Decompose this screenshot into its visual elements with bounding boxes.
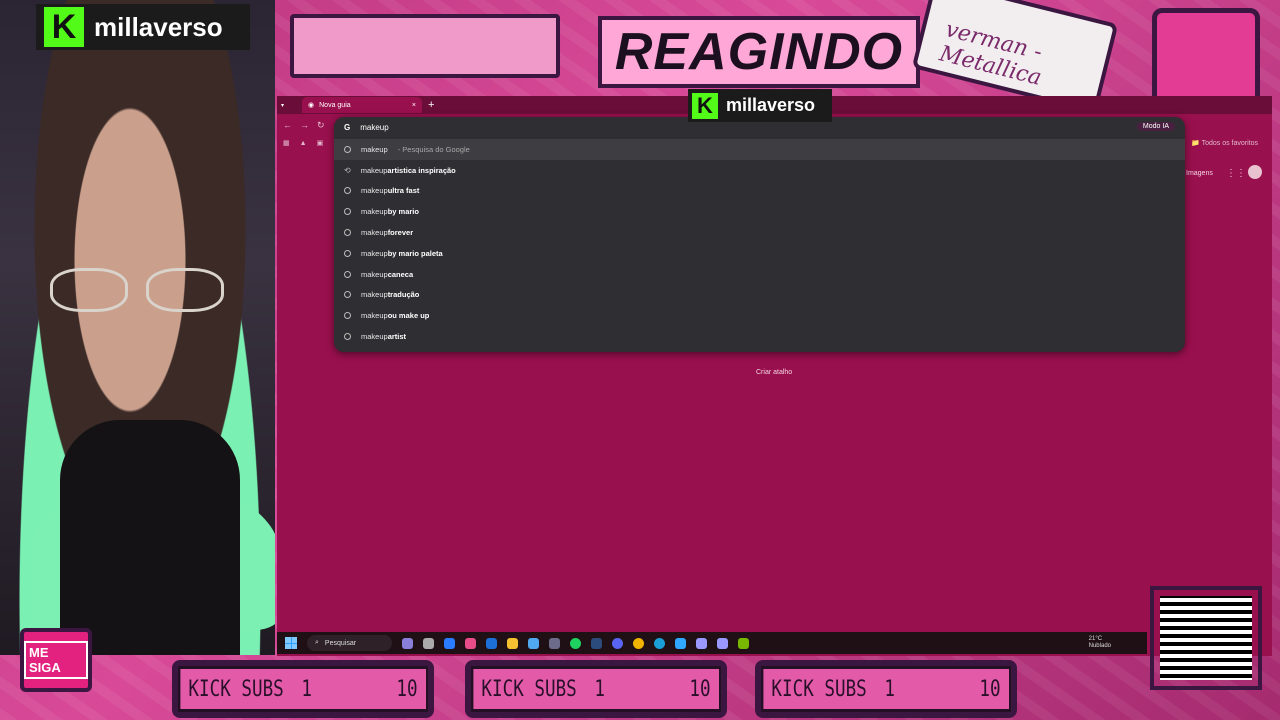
webcam-person (60, 420, 240, 655)
kick-goal-target: 10 (979, 676, 1001, 702)
taskbar-search[interactable]: ⌕ Pesquisar (307, 635, 392, 651)
suggestion-list: makeup - Pesquisa do Google ⟲ makeup arti… (334, 139, 1185, 347)
qr-code (1150, 586, 1262, 690)
kick-goal-current: 1 (301, 676, 312, 702)
file-explorer-icon[interactable] (507, 637, 518, 649)
suggestion-item[interactable]: makeup tradução (334, 285, 1185, 306)
search-icon (344, 145, 351, 153)
address-input[interactable]: makeup (360, 123, 388, 132)
outlook-icon[interactable] (486, 637, 497, 649)
kick-subs-goal: KICK SUBS 1 10 (172, 660, 434, 718)
reacting-title-panel: REAGINDO (598, 16, 920, 88)
forward-icon[interactable]: → (300, 120, 309, 130)
tab-new-tab[interactable]: ◉ Nova guia × (302, 97, 423, 113)
drive-icon[interactable]: ▲ (300, 140, 307, 147)
overlay-top-panel (290, 14, 560, 78)
chrome-icon: ◉ (308, 102, 315, 109)
glasses (50, 268, 230, 318)
widgets-icon[interactable] (402, 637, 413, 649)
suggestion-item[interactable]: makeup caneca (334, 264, 1185, 285)
follow-me-label: ME SIGA (24, 641, 88, 679)
search-icon (344, 208, 351, 216)
apps-icon[interactable]: ▦ (283, 139, 290, 147)
channel-name: millaverso (94, 11, 223, 42)
reacting-title: REAGINDO (614, 23, 904, 81)
google-icon: G (344, 122, 351, 132)
search-icon (344, 229, 351, 237)
after-effects-icon[interactable] (696, 637, 707, 649)
steam-icon[interactable] (591, 637, 602, 649)
app-icon[interactable] (549, 637, 560, 649)
create-shortcut[interactable]: Criar atalho (756, 369, 792, 376)
images-link[interactable]: Imagens (1186, 170, 1213, 177)
suggestion-item[interactable]: makeup ultra fast (334, 181, 1185, 202)
app-icon[interactable] (528, 637, 539, 649)
follow-me-badge: ME SIGA (20, 628, 92, 692)
close-tab-icon[interactable]: × (412, 102, 416, 109)
omnibox-dropdown: G makeup Modo IA makeup - Pesquisa do Go… (334, 117, 1185, 352)
weather-widget[interactable]: 21°C Nublado (1089, 636, 1111, 650)
suggestion-item[interactable]: makeup artist (334, 326, 1185, 347)
tv-decoration (1152, 8, 1260, 108)
kick-goal-current: 1 (884, 676, 895, 702)
copilot-icon[interactable] (444, 637, 455, 649)
suggestion-item[interactable]: makeup - Pesquisa do Google (334, 139, 1185, 160)
suggestion-item[interactable]: makeup forever (334, 222, 1185, 243)
profile-avatar[interactable] (1248, 165, 1262, 179)
edge-icon[interactable] (654, 637, 665, 649)
search-icon (344, 333, 351, 341)
weather-condition: Nublado (1088, 643, 1111, 649)
bookmark-icon[interactable]: ▣ (317, 139, 324, 147)
search-icon (344, 249, 351, 257)
temperature: 21°C (1088, 636, 1103, 642)
kick-logo-icon: K (44, 7, 84, 47)
task-view-icon[interactable] (423, 637, 434, 649)
kick-goal-label: KICK SUBS (771, 676, 867, 702)
new-tab-button[interactable]: + (428, 99, 434, 111)
suggestion-item[interactable]: makeup ou make up (334, 305, 1185, 326)
nvidia-icon[interactable] (738, 637, 749, 649)
kick-logo-icon: K (692, 92, 718, 119)
suggestion-item[interactable]: makeup by mario (334, 201, 1185, 222)
kick-goal-current: 1 (594, 676, 605, 702)
suggestion-item[interactable]: ⟲ makeup artistica inspiração (334, 160, 1185, 181)
chrome-icon[interactable] (633, 637, 644, 649)
channel-name-center: millaverso (726, 95, 816, 115)
kick-goal-target: 10 (396, 676, 418, 702)
search-icon (344, 312, 351, 320)
google-apps-icon[interactable]: ⋮⋮ (1226, 168, 1246, 179)
search-icon (344, 291, 351, 299)
discord-icon[interactable] (612, 637, 623, 649)
tab-search-icon[interactable]: ▾ (281, 102, 284, 109)
history-icon: ⟲ (344, 165, 351, 175)
premiere-icon[interactable] (717, 637, 728, 649)
all-bookmarks[interactable]: 📁 Todos os favoritos (1191, 139, 1258, 147)
spotify-icon[interactable] (570, 637, 581, 649)
channel-logo-top: K millaverso (36, 4, 250, 50)
search-icon: ⌕ (315, 639, 319, 646)
store-icon[interactable] (465, 637, 476, 649)
suggestion-item[interactable]: makeup by mario paleta (334, 243, 1185, 264)
channel-logo-center: K millaverso (688, 89, 832, 122)
webcam-feed (0, 0, 275, 655)
reload-icon[interactable]: ↻ (317, 120, 325, 131)
tab-title: Nova guia (319, 101, 351, 109)
kick-subs-goal: KICK SUBS 1 10 (465, 660, 727, 718)
search-icon (344, 187, 351, 195)
kick-subs-goal: KICK SUBS 1 10 (755, 660, 1017, 718)
kick-goal-label: KICK SUBS (188, 676, 284, 702)
windows-start-icon[interactable] (285, 637, 297, 649)
back-icon[interactable]: ← (283, 120, 292, 130)
search-icon (344, 270, 351, 278)
all-bookmarks-label: Todos os favoritos (1201, 140, 1258, 147)
kick-goal-target: 10 (689, 676, 711, 702)
windows-taskbar: ⌕ Pesquisar 21°C Nublado (277, 632, 1147, 654)
ai-mode-button[interactable]: Modo IA (1136, 122, 1175, 131)
kick-goal-label: KICK SUBS (481, 676, 577, 702)
taskbar-search-label: Pesquisar (324, 639, 357, 647)
photoshop-icon[interactable] (675, 637, 686, 649)
